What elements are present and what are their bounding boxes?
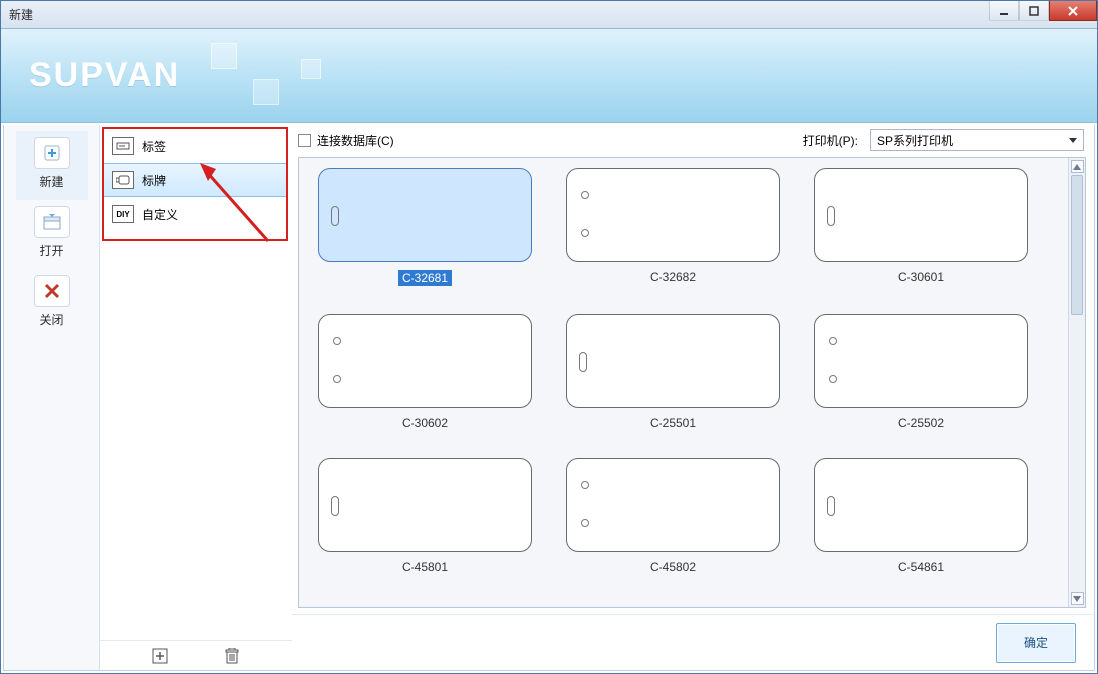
template-label: C-30601 — [898, 270, 944, 284]
main-column: 标签 标牌 自定义 — [100, 125, 1094, 670]
banner-decoration — [253, 79, 279, 105]
content-row: 标签 标牌 自定义 — [100, 125, 1094, 670]
hole-icon — [333, 375, 341, 383]
slot-icon — [331, 496, 339, 516]
template-label: C-45802 — [650, 560, 696, 574]
slot-icon — [331, 206, 339, 226]
category-footer — [100, 640, 292, 670]
template-card[interactable] — [566, 458, 780, 552]
label-icon — [112, 137, 134, 155]
template-item[interactable]: C-32682 — [557, 168, 789, 286]
ok-button[interactable]: 确定 — [996, 623, 1076, 663]
template-card[interactable] — [566, 314, 780, 408]
scroll-thumb[interactable] — [1071, 175, 1083, 315]
template-item[interactable]: C-25502 — [805, 314, 1037, 430]
hole-icon — [829, 375, 837, 383]
category-plate-text: 标牌 — [142, 172, 166, 189]
template-item[interactable]: C-30601 — [805, 168, 1037, 286]
template-label: C-32681 — [398, 270, 452, 286]
scroll-up-icon[interactable] — [1071, 160, 1084, 173]
template-label: C-32682 — [650, 270, 696, 284]
slot-icon — [827, 206, 835, 226]
leftbar-open-label: 打开 — [39, 242, 63, 259]
category-panel: 标签 标牌 自定义 — [102, 127, 288, 241]
window-title: 新建 — [9, 6, 33, 23]
close-button[interactable] — [1049, 1, 1097, 21]
window: 新建 SUPVAN 新建 — [0, 0, 1098, 674]
category-spacer — [100, 241, 292, 640]
leftbar-new-label: 新建 — [39, 173, 63, 190]
body: 新建 打开 关闭 — [3, 125, 1095, 671]
add-template-button[interactable] — [151, 647, 169, 665]
hole-icon — [581, 519, 589, 527]
template-item[interactable]: C-30602 — [309, 314, 541, 430]
template-label: C-30602 — [402, 416, 448, 430]
leftbar-close-label: 关闭 — [39, 311, 63, 328]
category-label[interactable]: 标签 — [104, 129, 286, 163]
diy-icon — [112, 205, 134, 223]
plate-icon — [112, 171, 134, 189]
hole-icon — [333, 337, 341, 345]
left-toolbar: 新建 打开 关闭 — [4, 125, 100, 670]
category-custom-text: 自定义 — [142, 206, 178, 223]
leftbar-new-button[interactable]: 新建 — [16, 131, 88, 200]
close-icon — [34, 275, 70, 307]
banner-decoration — [211, 43, 237, 69]
printer-label: 打印机(P): — [803, 132, 858, 149]
banner: SUPVAN — [1, 29, 1097, 123]
delete-template-button[interactable] — [223, 647, 241, 665]
category-plate[interactable]: 标牌 — [104, 163, 286, 197]
slot-icon — [827, 496, 835, 516]
leftbar-close-button[interactable]: 关闭 — [16, 269, 88, 338]
category-label-text: 标签 — [142, 138, 166, 155]
banner-decoration — [301, 59, 321, 79]
template-grid-wrap: C-32681 C-32682 C-30601 C-30602 C-25501 C-255… — [298, 157, 1086, 608]
titlebar: 新建 — [1, 1, 1097, 29]
template-item[interactable]: C-45802 — [557, 458, 789, 574]
window-buttons — [989, 1, 1097, 28]
top-controls: 连接数据库(C) 打印机(P): SP系列打印机 — [292, 125, 1094, 151]
connect-db-label: 连接数据库(C) — [317, 132, 394, 149]
scroll-track[interactable] — [1069, 173, 1085, 592]
template-card[interactable] — [566, 168, 780, 262]
chevron-down-icon — [1069, 138, 1077, 143]
template-grid-scroll[interactable]: C-32681 C-32682 C-30601 C-30602 C-25501 C-255… — [299, 158, 1068, 607]
category-column: 标签 标牌 自定义 — [100, 125, 292, 670]
brand-logo: SUPVAN — [29, 56, 180, 95]
template-area: 连接数据库(C) 打印机(P): SP系列打印机 C-32681C-32682C… — [292, 125, 1094, 670]
hole-icon — [581, 191, 589, 199]
template-label: C-54861 — [898, 560, 944, 574]
maximize-button[interactable] — [1019, 1, 1049, 21]
connect-db-checkbox[interactable] — [298, 134, 311, 147]
template-card[interactable] — [318, 168, 532, 262]
template-item[interactable]: C-54861 — [805, 458, 1037, 574]
leftbar-open-button[interactable]: 打开 — [16, 200, 88, 269]
template-card[interactable] — [318, 314, 532, 408]
printer-select[interactable]: SP系列打印机 — [870, 129, 1084, 151]
template-item[interactable]: C-32681 — [309, 168, 541, 286]
hole-icon — [581, 229, 589, 237]
template-grid: C-32681 C-32682 C-30601 C-30602 C-25501 C-255… — [309, 168, 1058, 574]
template-label: C-45801 — [402, 560, 448, 574]
hole-icon — [581, 481, 589, 489]
template-label: C-25501 — [650, 416, 696, 430]
template-card[interactable] — [814, 314, 1028, 408]
vertical-scrollbar[interactable] — [1068, 158, 1085, 607]
slot-icon — [579, 352, 587, 372]
template-item[interactable]: C-45801 — [309, 458, 541, 574]
minimize-button[interactable] — [989, 1, 1019, 21]
template-label: C-25502 — [898, 416, 944, 430]
category-custom[interactable]: 自定义 — [104, 197, 286, 231]
ok-button-label: 确定 — [1024, 634, 1048, 651]
template-card[interactable] — [318, 458, 532, 552]
template-item[interactable]: C-25501 — [557, 314, 789, 430]
new-icon — [34, 137, 70, 169]
printer-select-value: SP系列打印机 — [877, 132, 953, 149]
template-card[interactable] — [814, 458, 1028, 552]
hole-icon — [829, 337, 837, 345]
open-icon — [34, 206, 70, 238]
template-card[interactable] — [814, 168, 1028, 262]
footer: 确定 — [292, 614, 1094, 670]
scroll-down-icon[interactable] — [1071, 592, 1084, 605]
